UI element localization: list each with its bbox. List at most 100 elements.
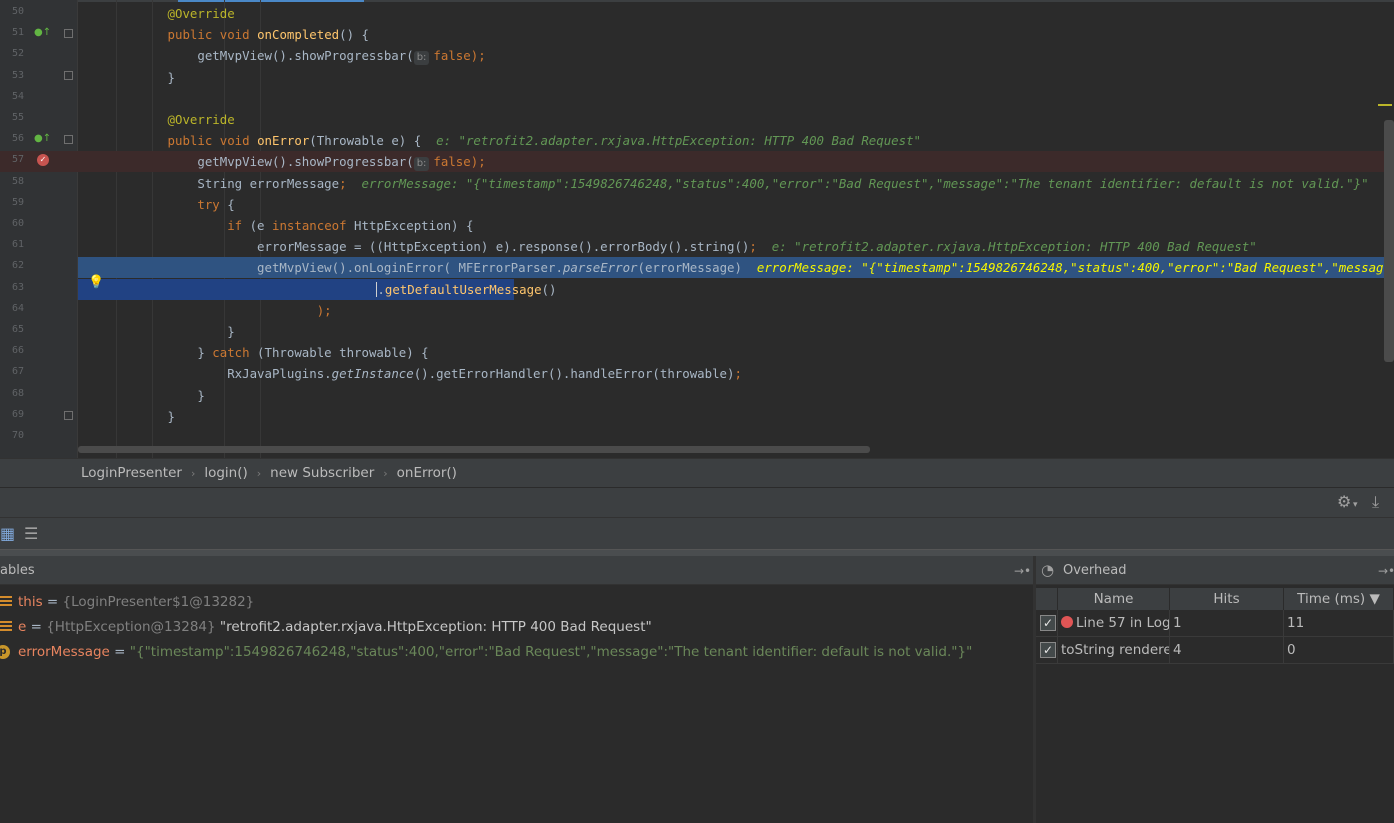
implementing-method-icon[interactable]: ●↑ [34, 133, 51, 144]
line-number[interactable]: 57 [0, 154, 24, 165]
download-icon[interactable]: ⤓ [1372, 494, 1379, 510]
line-number[interactable]: 59 [0, 197, 24, 208]
code-line[interactable]: 64 ); [0, 300, 1394, 321]
column-header-check[interactable] [1036, 588, 1058, 610]
table-row[interactable]: ✓ Line 57 in LoginPresenter 1 11 [1036, 610, 1394, 637]
breadcrumb-item-class[interactable]: LoginPresenter [81, 465, 182, 481]
code-text[interactable]: public void onError(Throwable e) { e: "r… [78, 132, 921, 149]
code-text[interactable]: ); [78, 302, 332, 319]
code-text[interactable]: @Override [78, 111, 235, 128]
code-line[interactable]: 62 getMvpView().onLoginError( MFErrorPar… [0, 257, 1394, 279]
code-line[interactable]: 65 } [0, 321, 1394, 342]
variables-list[interactable]: this = {LoginPresenter$1@13282} e = {Htt… [0, 590, 1033, 823]
column-header-hits[interactable]: Hits [1170, 588, 1284, 610]
breakpoint-icon[interactable]: ✓ [37, 154, 49, 166]
code-text[interactable]: @Override [78, 5, 235, 22]
row-time: 0 [1284, 637, 1394, 664]
line-number[interactable]: 67 [0, 366, 24, 377]
code-line[interactable]: 51 public void onCompleted() { [0, 24, 1394, 45]
variable-row-errormessage[interactable]: p errorMessage = "{"timestamp":154982674… [0, 640, 1033, 665]
breadcrumb-item-onerror[interactable]: onError() [397, 465, 457, 481]
code-line[interactable]: 55 @Override [0, 109, 1394, 130]
row-hits: 4 [1170, 637, 1284, 664]
gear-icon[interactable]: ⚙ [1337, 494, 1351, 510]
code-line[interactable]: 57 getMvpView().showProgressbar(b: false)… [0, 151, 1394, 173]
code-line[interactable]: 53 } [0, 67, 1394, 88]
panel-divider[interactable] [0, 549, 1394, 556]
line-number[interactable]: 53 [0, 70, 24, 81]
code-text[interactable]: getMvpView().showProgressbar(b: false); [78, 153, 486, 172]
code-text[interactable]: } [78, 323, 234, 340]
line-number[interactable]: 65 [0, 324, 24, 335]
line-number[interactable]: 61 [0, 239, 24, 250]
line-number[interactable]: 69 [0, 409, 24, 420]
line-number[interactable]: 63 [0, 282, 24, 293]
code-line[interactable]: 56 public void onError(Throwable e) { e:… [0, 130, 1394, 151]
code-text[interactable]: } [78, 69, 175, 86]
line-number[interactable]: 50 [0, 6, 24, 17]
variable-row-this[interactable]: this = {LoginPresenter$1@13282} [0, 590, 1033, 615]
code-editor[interactable]: 50 @Override 51 public void onCompleted()… [0, 0, 1394, 458]
column-header-name[interactable]: Name [1058, 588, 1170, 610]
chevron-down-icon[interactable]: ▾ [1353, 497, 1358, 513]
code-line[interactable]: 61 errorMessage = ((HttpException) e).re… [0, 236, 1394, 257]
breadcrumb-item-method[interactable]: login() [204, 465, 247, 481]
code-text[interactable]: try { [78, 196, 234, 213]
line-number[interactable]: 54 [0, 91, 24, 102]
code-line[interactable]: 68 } [0, 385, 1394, 406]
line-number[interactable]: 70 [0, 430, 24, 441]
code-line[interactable]: 67 RxJavaPlugins.getInstance().getErrorH… [0, 363, 1394, 384]
implementing-method-icon[interactable]: ●↑ [34, 27, 51, 38]
code-text[interactable]: getMvpView().showProgressbar(b: false); [78, 47, 486, 66]
code-text[interactable]: String errorMessage; errorMessage: "{"ti… [78, 175, 1368, 192]
line-number[interactable]: 52 [0, 48, 24, 59]
table-row[interactable]: ✓ toString renderer 4 0 [1036, 637, 1394, 664]
code-text[interactable]: errorMessage = ((HttpException) e).respo… [78, 238, 1257, 255]
line-number[interactable]: 56 [0, 133, 24, 144]
code-text[interactable]: } [78, 387, 204, 404]
code-line[interactable]: 52 getMvpView().showProgressbar(b: false)… [0, 45, 1394, 66]
column-header-time[interactable]: Time (ms) ▼ [1284, 588, 1394, 610]
fold-icon[interactable] [64, 71, 73, 80]
horizontal-scrollbar[interactable] [78, 446, 870, 453]
code-line[interactable]: 69 } [0, 406, 1394, 427]
line-number[interactable]: 68 [0, 388, 24, 399]
fold-icon[interactable] [64, 411, 73, 420]
line-number[interactable]: 60 [0, 218, 24, 229]
pin-icon[interactable]: →• [1378, 563, 1394, 579]
code-text[interactable]: .getDefaultUserMessage() [78, 281, 556, 298]
line-number[interactable]: 66 [0, 345, 24, 356]
line-number[interactable]: 51 [0, 27, 24, 38]
row-checkbox[interactable]: ✓ [1040, 615, 1056, 631]
warning-stripe[interactable] [1378, 104, 1392, 106]
code-line[interactable]: 59 try { [0, 194, 1394, 215]
line-number[interactable]: 64 [0, 303, 24, 314]
code-line[interactable]: 60 if (e instanceof HttpException) { [0, 215, 1394, 236]
variables-title: ables [0, 563, 35, 578]
variable-row-e[interactable]: e = {HttpException@13284} "retrofit2.ada… [0, 615, 1033, 640]
code-text[interactable]: if (e instanceof HttpException) { [78, 217, 473, 234]
vertical-scrollbar[interactable] [1384, 120, 1394, 362]
code-line[interactable]: 66 } catch (Throwable throwable) { [0, 342, 1394, 363]
code-text[interactable]: public void onCompleted() { [78, 26, 369, 43]
code-text[interactable]: getMvpView().onLoginError( MFErrorParser… [78, 259, 1394, 276]
code-line[interactable]: 58 String errorMessage; errorMessage: "{… [0, 173, 1394, 194]
code-line[interactable]: 50 @Override [0, 3, 1394, 24]
line-number[interactable]: 58 [0, 176, 24, 187]
line-number[interactable]: 55 [0, 112, 24, 123]
breadcrumb-item-subscriber[interactable]: new Subscriber [270, 465, 374, 481]
list-icon[interactable]: ☰ [24, 526, 38, 542]
code-line[interactable]: 54 [0, 88, 1394, 109]
intention-bulb-icon[interactable]: 💡 [88, 275, 104, 290]
code-line[interactable]: 70 [0, 427, 1394, 448]
fold-icon[interactable] [64, 29, 73, 38]
calculator-icon[interactable]: ▦ [0, 526, 15, 542]
code-text[interactable]: RxJavaPlugins.getInstance().getErrorHand… [78, 365, 742, 382]
code-text[interactable]: } catch (Throwable throwable) { [78, 344, 428, 361]
code-text[interactable]: } [78, 408, 175, 425]
fold-icon[interactable] [64, 135, 73, 144]
code-line[interactable]: 63 .getDefaultUserMessage() [0, 278, 1394, 300]
pin-icon[interactable]: →• [1014, 563, 1031, 579]
line-number[interactable]: 62 [0, 260, 24, 271]
row-checkbox[interactable]: ✓ [1040, 642, 1056, 658]
